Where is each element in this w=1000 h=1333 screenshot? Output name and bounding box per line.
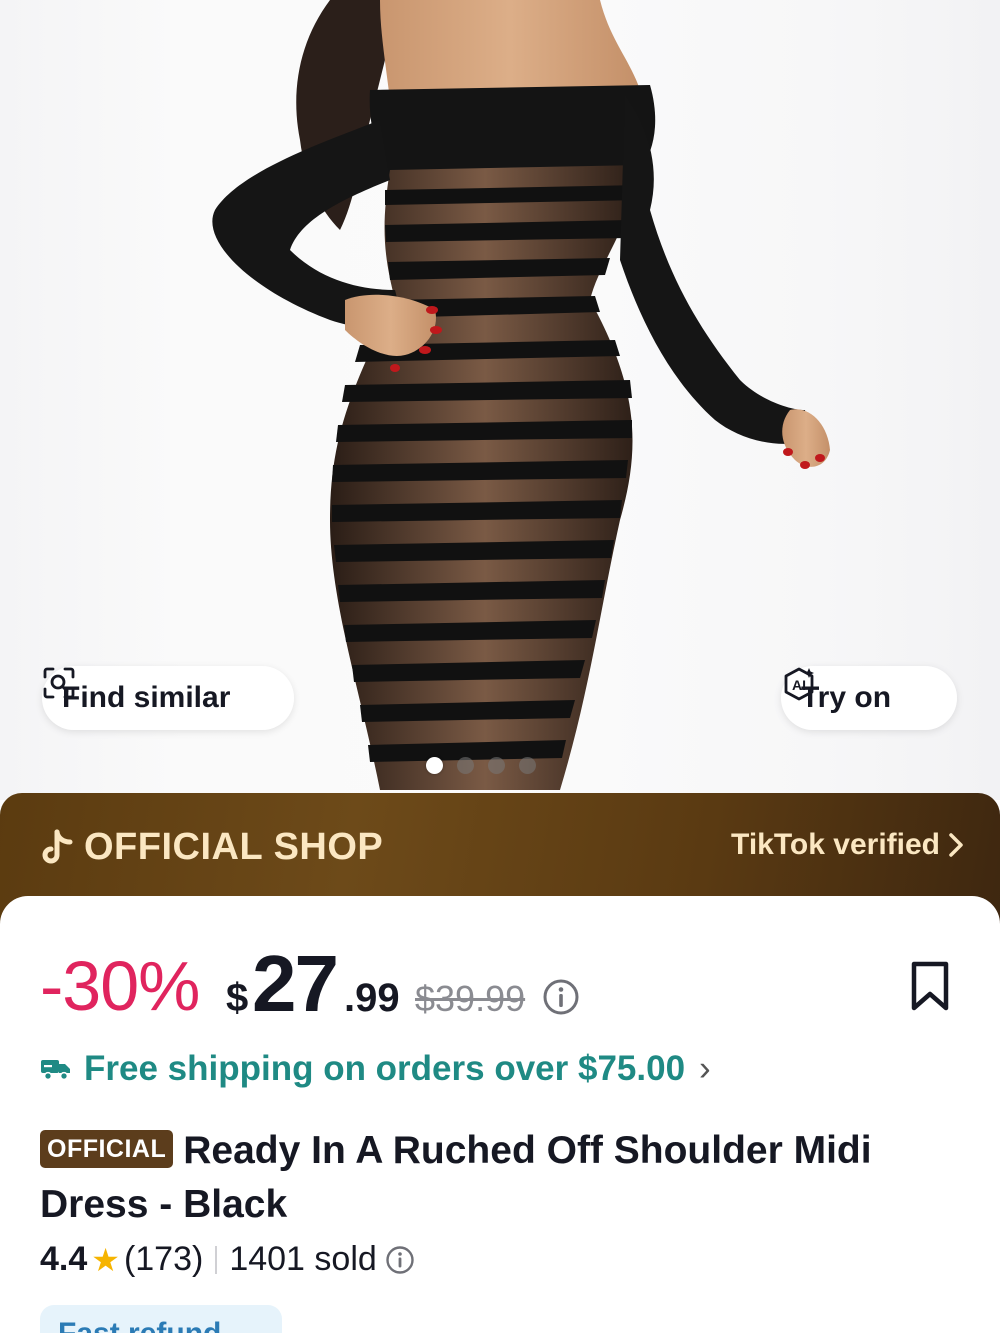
price-row: -30% $ 27 .99 $39.99 bbox=[40, 939, 740, 1028]
price-integer: 27 bbox=[252, 939, 339, 1028]
fast-refund-text: Fast refund bbox=[58, 1317, 221, 1333]
chevron-right-icon bbox=[949, 833, 963, 857]
rating-row[interactable]: 4.4 ★ (173) 1401 sold bbox=[40, 1240, 415, 1279]
fast-refund-tag: Fast refund bbox=[40, 1305, 282, 1333]
discount-percent: -30% bbox=[40, 947, 200, 1025]
product-image-carousel[interactable]: Find similar AI Try on bbox=[0, 0, 1000, 800]
find-similar-button[interactable]: Find similar bbox=[42, 666, 294, 730]
carousel-dot[interactable] bbox=[519, 757, 536, 774]
carousel-dot[interactable] bbox=[457, 757, 474, 774]
price-currency: $ bbox=[226, 976, 249, 1020]
price-decimal: .99 bbox=[344, 976, 400, 1020]
official-badge: OFFICIAL bbox=[40, 1130, 174, 1168]
carousel-dot[interactable] bbox=[426, 757, 443, 774]
bookmark-icon[interactable] bbox=[908, 960, 952, 1012]
tiktok-logo-icon bbox=[42, 829, 73, 863]
tiktok-verified-text: TikTok verified bbox=[731, 828, 940, 861]
sold-count: 1401 sold bbox=[229, 1240, 377, 1278]
tiktok-verified-link[interactable]: TikTok verified bbox=[731, 828, 966, 862]
original-price: $39.99 bbox=[415, 978, 526, 1019]
star-icon: ★ bbox=[91, 1241, 120, 1278]
try-on-button[interactable]: AI Try on bbox=[781, 666, 957, 730]
ai-sparkle-icon: AI bbox=[784, 667, 814, 701]
info-circle-icon[interactable] bbox=[542, 978, 580, 1016]
chevron-right-icon: › bbox=[699, 1049, 711, 1088]
find-similar-label: Find similar bbox=[62, 681, 231, 714]
ai-text: AI bbox=[792, 677, 806, 693]
rating-score: 4.4 bbox=[40, 1240, 88, 1278]
carousel-dot[interactable] bbox=[488, 757, 505, 774]
review-count: (173) bbox=[123, 1240, 204, 1278]
truck-icon bbox=[41, 1060, 70, 1081]
info-circle-icon[interactable] bbox=[385, 1245, 415, 1275]
official-shop-text: OFFICIAL SHOP bbox=[84, 826, 384, 868]
carousel-dots bbox=[426, 757, 536, 774]
free-shipping-link[interactable]: Free shipping on orders over $75.00 › bbox=[40, 1049, 711, 1089]
official-shop-label: OFFICIAL SHOP bbox=[40, 826, 383, 869]
divider bbox=[215, 1245, 218, 1274]
free-shipping-text: Free shipping on orders over $75.00 bbox=[84, 1049, 686, 1088]
image-search-icon bbox=[43, 667, 75, 699]
product-title-block: OFFICIAL Ready In A Ruched Off Shoulder M… bbox=[40, 1124, 960, 1232]
